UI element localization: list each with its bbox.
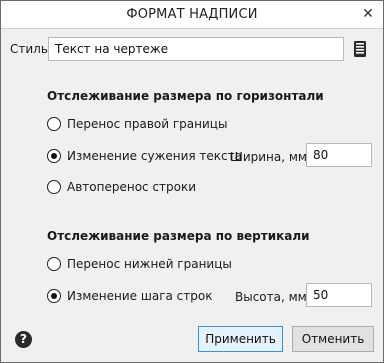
radio-label: Изменение шага строк — [67, 289, 213, 303]
radio-button[interactable] — [47, 117, 61, 131]
height-input[interactable]: 50 — [306, 283, 372, 307]
radio-label: Перенос правой границы — [67, 117, 228, 131]
help-icon[interactable]: ? — [15, 331, 32, 348]
cancel-button[interactable]: Отменить — [292, 326, 374, 352]
radio-label: Изменение сужения текста — [67, 149, 242, 163]
radio-button[interactable] — [47, 180, 61, 194]
radio-button[interactable] — [47, 289, 61, 303]
radio-label: Автоперенос строки — [67, 180, 197, 194]
close-icon[interactable]: ✕ — [359, 5, 377, 23]
width-input[interactable]: 80 — [306, 143, 372, 167]
horizontal-section-title: Отслеживание размера по горизонтали — [47, 89, 324, 103]
radio-button[interactable] — [47, 149, 61, 163]
title-bar: ФОРМАТ НАДПИСИ ✕ — [1, 1, 383, 29]
height-label: Высота, мм: — [235, 290, 311, 304]
style-field[interactable]: Текст на чертеже — [48, 37, 344, 61]
book-icon[interactable] — [352, 40, 368, 58]
radio-button[interactable] — [47, 257, 61, 271]
vertical-section-title: Отслеживание размера по вертикали — [47, 229, 310, 243]
width-label: Ширина, мм: — [230, 150, 312, 164]
format-label-dialog: ФОРМАТ НАДПИСИ ✕ Стиль: Текст на чертеже… — [0, 0, 384, 363]
apply-button[interactable]: Применить — [198, 326, 283, 352]
dialog-title: ФОРМАТ НАДПИСИ — [126, 7, 258, 22]
style-label: Стиль: — [10, 42, 52, 56]
radio-label: Перенос нижней границы — [67, 257, 232, 271]
